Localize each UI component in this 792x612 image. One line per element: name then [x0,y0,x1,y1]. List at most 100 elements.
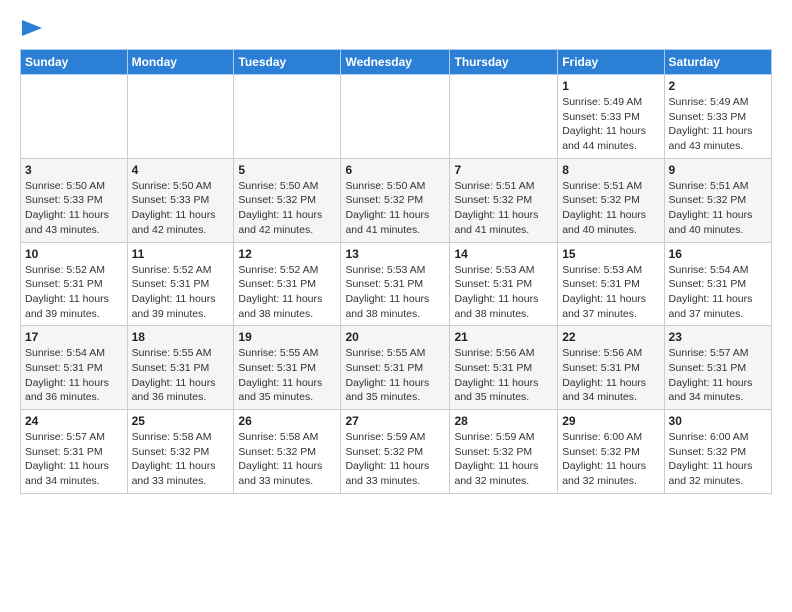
header [20,16,772,41]
day-number: 2 [669,79,767,93]
col-header-wednesday: Wednesday [341,50,450,75]
calendar-cell: 10 Sunrise: 5:52 AM Sunset: 5:31 PM Dayli… [21,242,128,326]
calendar-week-4: 17 Sunrise: 5:54 AM Sunset: 5:31 PM Dayli… [21,326,772,410]
calendar-cell [450,75,558,159]
day-number: 14 [454,247,553,261]
day-info: Sunrise: 5:53 AM Sunset: 5:31 PM Dayligh… [345,263,445,322]
calendar-cell: 13 Sunrise: 5:53 AM Sunset: 5:31 PM Dayli… [341,242,450,326]
day-info: Sunrise: 5:56 AM Sunset: 5:31 PM Dayligh… [562,346,659,405]
day-number: 20 [345,330,445,344]
day-number: 19 [238,330,336,344]
day-number: 8 [562,163,659,177]
calendar-week-2: 3 Sunrise: 5:50 AM Sunset: 5:33 PM Daylig… [21,158,772,242]
day-number: 29 [562,414,659,428]
day-number: 10 [25,247,123,261]
day-info: Sunrise: 5:53 AM Sunset: 5:31 PM Dayligh… [562,263,659,322]
calendar-cell: 8 Sunrise: 5:51 AM Sunset: 5:32 PM Daylig… [558,158,664,242]
day-info: Sunrise: 5:51 AM Sunset: 5:32 PM Dayligh… [669,179,767,238]
day-info: Sunrise: 6:00 AM Sunset: 5:32 PM Dayligh… [562,430,659,489]
day-number: 1 [562,79,659,93]
day-info: Sunrise: 5:49 AM Sunset: 5:33 PM Dayligh… [669,95,767,154]
day-info: Sunrise: 5:54 AM Sunset: 5:31 PM Dayligh… [669,263,767,322]
day-info: Sunrise: 5:50 AM Sunset: 5:32 PM Dayligh… [345,179,445,238]
calendar-cell: 15Sunrise: 5:53 AM Sunset: 5:31 PM Dayli… [558,242,664,326]
day-info: Sunrise: 5:50 AM Sunset: 5:33 PM Dayligh… [132,179,230,238]
col-header-tuesday: Tuesday [234,50,341,75]
calendar-cell: 17 Sunrise: 5:54 AM Sunset: 5:31 PM Dayli… [21,326,128,410]
day-info: Sunrise: 5:52 AM Sunset: 5:31 PM Dayligh… [238,263,336,322]
day-info: Sunrise: 6:00 AM Sunset: 5:32 PM Dayligh… [669,430,767,489]
calendar-cell: 11 Sunrise: 5:52 AM Sunset: 5:31 PM Dayli… [127,242,234,326]
day-info: Sunrise: 5:55 AM Sunset: 5:31 PM Dayligh… [238,346,336,405]
day-number: 17 [25,330,123,344]
day-info: Sunrise: 5:57 AM Sunset: 5:31 PM Dayligh… [669,346,767,405]
day-number: 28 [454,414,553,428]
day-number: 6 [345,163,445,177]
day-info: Sunrise: 5:59 AM Sunset: 5:32 PM Dayligh… [345,430,445,489]
col-header-monday: Monday [127,50,234,75]
day-number: 3 [25,163,123,177]
day-number: 5 [238,163,336,177]
day-info: Sunrise: 5:55 AM Sunset: 5:31 PM Dayligh… [132,346,230,405]
day-number: 24 [25,414,123,428]
day-info: Sunrise: 5:57 AM Sunset: 5:31 PM Dayligh… [25,430,123,489]
col-header-friday: Friday [558,50,664,75]
calendar-cell: 25Sunrise: 5:58 AM Sunset: 5:32 PM Dayli… [127,410,234,494]
calendar-cell: 3 Sunrise: 5:50 AM Sunset: 5:33 PM Daylig… [21,158,128,242]
day-number: 13 [345,247,445,261]
col-header-thursday: Thursday [450,50,558,75]
day-info: Sunrise: 5:59 AM Sunset: 5:32 PM Dayligh… [454,430,553,489]
day-info: Sunrise: 5:56 AM Sunset: 5:31 PM Dayligh… [454,346,553,405]
calendar-week-3: 10 Sunrise: 5:52 AM Sunset: 5:31 PM Dayli… [21,242,772,326]
day-info: Sunrise: 5:51 AM Sunset: 5:32 PM Dayligh… [562,179,659,238]
day-number: 4 [132,163,230,177]
day-number: 22 [562,330,659,344]
calendar-cell: 27 Sunrise: 5:59 AM Sunset: 5:32 PM Dayli… [341,410,450,494]
day-info: Sunrise: 5:52 AM Sunset: 5:31 PM Dayligh… [25,263,123,322]
calendar-cell: 23 Sunrise: 5:57 AM Sunset: 5:31 PM Dayli… [664,326,771,410]
day-info: Sunrise: 5:53 AM Sunset: 5:31 PM Dayligh… [454,263,553,322]
calendar-cell [234,75,341,159]
day-number: 21 [454,330,553,344]
calendar-cell: 12 Sunrise: 5:52 AM Sunset: 5:31 PM Dayli… [234,242,341,326]
calendar-body: 1 Sunrise: 5:49 AM Sunset: 5:33 PM Daylig… [21,75,772,494]
calendar-header: SundayMondayTuesdayWednesdayThursdayFrid… [21,50,772,75]
calendar-cell [127,75,234,159]
calendar-cell: 24 Sunrise: 5:57 AM Sunset: 5:31 PM Dayli… [21,410,128,494]
calendar-cell: 9 Sunrise: 5:51 AM Sunset: 5:32 PM Daylig… [664,158,771,242]
calendar-week-1: 1 Sunrise: 5:49 AM Sunset: 5:33 PM Daylig… [21,75,772,159]
calendar-cell: 5 Sunrise: 5:50 AM Sunset: 5:32 PM Daylig… [234,158,341,242]
day-number: 16 [669,247,767,261]
calendar-cell: 16 Sunrise: 5:54 AM Sunset: 5:31 PM Dayli… [664,242,771,326]
day-number: 27 [345,414,445,428]
day-info: Sunrise: 5:50 AM Sunset: 5:32 PM Dayligh… [238,179,336,238]
calendar-cell: 19 Sunrise: 5:55 AM Sunset: 5:31 PM Dayli… [234,326,341,410]
day-number: 9 [669,163,767,177]
calendar-cell: 1Sunrise: 5:49 AM Sunset: 5:33 PM Daylig… [558,75,664,159]
calendar-cell: 18 Sunrise: 5:55 AM Sunset: 5:31 PM Dayli… [127,326,234,410]
calendar-cell: 7 Sunrise: 5:51 AM Sunset: 5:32 PM Daylig… [450,158,558,242]
col-header-sunday: Sunday [21,50,128,75]
calendar-cell: 20Sunrise: 5:55 AM Sunset: 5:31 PM Dayli… [341,326,450,410]
day-info: Sunrise: 5:54 AM Sunset: 5:31 PM Dayligh… [25,346,123,405]
day-number: 23 [669,330,767,344]
calendar-week-5: 24 Sunrise: 5:57 AM Sunset: 5:31 PM Dayli… [21,410,772,494]
day-info: Sunrise: 5:51 AM Sunset: 5:32 PM Dayligh… [454,179,553,238]
day-number: 25 [132,414,230,428]
day-number: 7 [454,163,553,177]
day-number: 30 [669,414,767,428]
calendar-cell: 30 Sunrise: 6:00 AM Sunset: 5:32 PM Dayli… [664,410,771,494]
calendar-cell: 28 Sunrise: 5:59 AM Sunset: 5:32 PM Dayli… [450,410,558,494]
col-header-saturday: Saturday [664,50,771,75]
day-info: Sunrise: 5:50 AM Sunset: 5:33 PM Dayligh… [25,179,123,238]
calendar-cell [21,75,128,159]
calendar-cell [341,75,450,159]
calendar-cell: 14 Sunrise: 5:53 AM Sunset: 5:31 PM Dayli… [450,242,558,326]
calendar-cell: 21 Sunrise: 5:56 AM Sunset: 5:31 PM Dayli… [450,326,558,410]
day-info: Sunrise: 5:52 AM Sunset: 5:31 PM Dayligh… [132,263,230,322]
day-number: 11 [132,247,230,261]
day-info: Sunrise: 5:58 AM Sunset: 5:32 PM Dayligh… [238,430,336,489]
day-number: 18 [132,330,230,344]
day-number: 12 [238,247,336,261]
calendar-cell: 29 Sunrise: 6:00 AM Sunset: 5:32 PM Dayli… [558,410,664,494]
